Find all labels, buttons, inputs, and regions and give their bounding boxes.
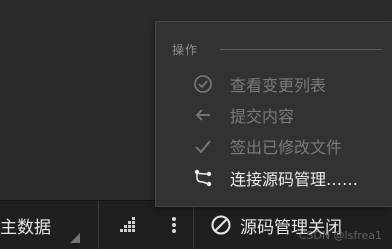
status-separator xyxy=(98,201,99,249)
menu-item-label: 查看变更列表 xyxy=(230,76,327,95)
more-vertical-icon xyxy=(172,217,176,233)
more-options-button[interactable] xyxy=(166,201,182,249)
source-control-menu: 操作 查看变更列表 提交内容 签出已修改文件 连接源码管理…… xyxy=(155,21,392,207)
data-source-button[interactable]: 主数据 xyxy=(0,201,86,249)
menu-section-header: 操作 xyxy=(172,40,382,58)
grid-button[interactable] xyxy=(118,201,140,249)
grid-icon xyxy=(120,217,135,232)
status-separator xyxy=(193,201,194,249)
menu-item-connect-source-control[interactable]: 连接源码管理…… xyxy=(192,165,358,191)
arrow-left-icon xyxy=(192,104,214,126)
menu-item-submit-content[interactable]: 提交内容 xyxy=(192,102,294,128)
branch-icon xyxy=(192,167,214,189)
menu-item-label: 签出已修改文件 xyxy=(230,138,343,157)
menu-item-label: 提交内容 xyxy=(230,107,295,126)
menu-section-title: 操作 xyxy=(172,42,199,57)
menu-item-checkout-modified[interactable]: 签出已修改文件 xyxy=(192,133,342,159)
watermark-text: CSDN @lsfrea1 xyxy=(298,229,382,242)
check-circle-icon xyxy=(192,73,214,95)
menu-item-view-changelist[interactable]: 查看变更列表 xyxy=(192,71,326,97)
data-source-label: 主数据 xyxy=(0,217,51,238)
check-icon xyxy=(192,135,214,157)
disabled-icon xyxy=(211,215,231,235)
dropdown-corner-icon xyxy=(70,233,80,243)
menu-item-label: 连接源码管理…… xyxy=(230,170,359,189)
menu-divider xyxy=(220,48,382,50)
